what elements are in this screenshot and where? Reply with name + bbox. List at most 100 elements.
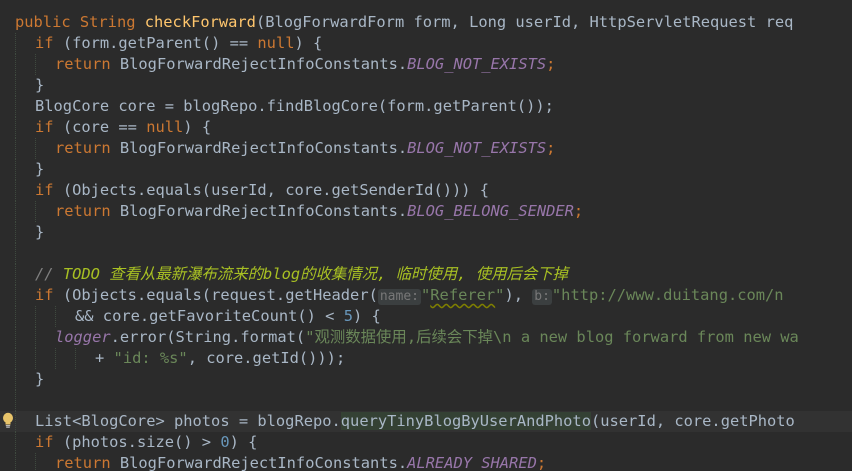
- code-line-1[interactable]: public String checkForward(BlogForwardFo…: [0, 12, 852, 33]
- code-line-21[interactable]: if (photos.size() > 0) {: [0, 432, 852, 453]
- indent-guide: [15, 327, 16, 348]
- brace: }: [35, 160, 45, 178]
- logger-field: logger: [55, 328, 111, 346]
- indent-guide: [15, 369, 16, 390]
- code-line-2[interactable]: if (form.getParent() == null) {: [0, 33, 852, 54]
- comment-marker: //: [35, 265, 63, 283]
- code-line-13[interactable]: // TODO 查看从最新瀑布流来的blog的收集情况, 临时使用, 使用后会下…: [0, 264, 852, 285]
- condition: (core ==: [62, 118, 147, 136]
- keyword-public: public: [15, 13, 80, 31]
- brace: ) {: [229, 433, 258, 451]
- indent-guide: [35, 54, 36, 75]
- string-url: "http://www.duitang.com/n: [551, 286, 784, 304]
- code-editor[interactable]: public String checkForward(BlogForwardFo…: [0, 0, 852, 471]
- code-line-7[interactable]: return BlogForwardRejectInfoConstants.BL…: [0, 138, 852, 159]
- brace: ) {: [294, 34, 323, 52]
- indent-guide: [35, 327, 36, 348]
- code-line-18[interactable]: }: [0, 369, 852, 390]
- code-line-17[interactable]: + "id: %s", core.getId()));: [0, 348, 852, 369]
- line-17-code: + "id: %s", core.getId()));: [95, 348, 345, 369]
- line-16-code: logger.error(String.format("观测数据使用,后续会下掉…: [55, 327, 799, 348]
- indent-guide: [15, 222, 16, 243]
- constant: ALREADY_SHARED: [407, 454, 537, 471]
- keyword-if: if: [35, 118, 63, 136]
- string-quote: ": [421, 286, 431, 304]
- semicolon: ;: [536, 454, 547, 471]
- method-usage-highlight[interactable]: queryTinyBlogByUserAndPhoto: [340, 412, 591, 430]
- operator: +: [95, 349, 114, 367]
- code-line-16[interactable]: logger.error(String.format("观测数据使用,后续会下掉…: [0, 327, 852, 348]
- param-hint-name: name:: [377, 289, 421, 305]
- code-line-4[interactable]: }: [0, 75, 852, 96]
- class-ref: BlogForwardRejectInfoConstants.: [119, 55, 408, 73]
- line-3-code: return BlogForwardRejectInfoConstants.BL…: [55, 54, 555, 75]
- code-line-3[interactable]: return BlogForwardRejectInfoConstants.BL…: [0, 54, 852, 75]
- indent-guide: [15, 138, 16, 159]
- code-line-6[interactable]: if (core == null) {: [0, 117, 852, 138]
- indent-guide: [15, 96, 16, 117]
- line-6-code: if (core == null) {: [35, 117, 211, 138]
- line-10-code: return BlogForwardRejectInfoConstants.BL…: [55, 201, 583, 222]
- string-referer: Referer: [430, 286, 496, 304]
- indent-guide: [15, 75, 16, 96]
- indent-guide: [15, 285, 16, 306]
- line-4-code: }: [35, 75, 44, 96]
- line-7-code: return BlogForwardRejectInfoConstants.BL…: [55, 138, 555, 159]
- separator: ),: [504, 286, 533, 304]
- string-literal: "观测数据使用,后续会下掉\n a new blog forward from …: [305, 328, 799, 346]
- code-line-9[interactable]: if (Objects.equals(userId, core.getSende…: [0, 180, 852, 201]
- indent-guide: [35, 453, 36, 471]
- statement: List<BlogCore> photos = blogRepo.: [35, 412, 341, 430]
- code-line-22[interactable]: return BlogForwardRejectInfoConstants.AL…: [0, 453, 852, 471]
- code-line-20[interactable]: List<BlogCore> photos = blogRepo.queryTi…: [0, 411, 852, 432]
- line-15-code: && core.getFavoriteCount() < 5) {: [75, 306, 381, 327]
- condition: (Objects.equals(userId, core.getSenderId…: [62, 181, 490, 199]
- class-ref: BlogForwardRejectInfoConstants.: [119, 202, 408, 220]
- todo-comment: TODO 查看从最新瀑布流来的blog的收集情况, 临时使用, 使用后会下掉: [62, 265, 569, 283]
- semicolon: ;: [546, 139, 556, 157]
- args: , core.getId()));: [187, 349, 346, 367]
- code-line-19[interactable]: [0, 390, 852, 411]
- line-8-code: }: [35, 159, 44, 180]
- indent-guide: [15, 411, 16, 432]
- brace: }: [35, 76, 45, 94]
- constant: BLOG_NOT_EXISTS: [407, 55, 547, 73]
- line-11-code: }: [35, 222, 44, 243]
- indent-guide: [15, 243, 16, 264]
- keyword-if: if: [35, 181, 63, 199]
- indent-guide: [15, 201, 16, 222]
- indent-guide: [35, 201, 36, 222]
- class-ref: BlogForwardRejectInfoConstants.: [119, 139, 408, 157]
- keyword-if: if: [35, 433, 63, 451]
- semicolon: ;: [573, 202, 584, 220]
- brace: }: [35, 370, 45, 388]
- code-line-8[interactable]: }: [0, 159, 852, 180]
- code-line-12[interactable]: [0, 243, 852, 264]
- line-22-code: return BlogForwardRejectInfoConstants.AL…: [55, 453, 546, 471]
- indent-guide: [15, 264, 16, 285]
- keyword-if: if: [35, 286, 63, 304]
- intention-bulb-icon[interactable]: [2, 412, 14, 428]
- code-line-11[interactable]: }: [0, 222, 852, 243]
- keyword-if: if: [35, 34, 63, 52]
- code-line-14[interactable]: if (Objects.equals(request.getHeader(nam…: [0, 285, 852, 306]
- brace: }: [35, 223, 45, 241]
- code-line-10[interactable]: return BlogForwardRejectInfoConstants.BL…: [0, 201, 852, 222]
- condition: (Objects.equals(request.getHeader(: [62, 286, 378, 304]
- string-literal: "id: %s": [113, 349, 188, 367]
- condition: (form.getParent() ==: [62, 34, 258, 52]
- constant: BLOG_NOT_EXISTS: [407, 139, 547, 157]
- class-ref: BlogForwardRejectInfoConstants.: [119, 454, 408, 471]
- line-18-code: }: [35, 369, 44, 390]
- code-line-5[interactable]: BlogCore core = blogRepo.findBlogCore(fo…: [0, 96, 852, 117]
- indent-guide: [15, 453, 16, 471]
- args: (userId, core.getPhoto: [590, 412, 795, 430]
- indent-guide: [75, 348, 76, 369]
- keyword-return: return: [55, 202, 120, 220]
- constant: BLOG_BELONG_SENDER: [407, 202, 574, 220]
- statement: BlogCore core = blogRepo.findBlogCore(fo…: [35, 97, 554, 115]
- indent-guide: [55, 306, 56, 327]
- code-line-15[interactable]: && core.getFavoriteCount() < 5) {: [0, 306, 852, 327]
- method-call: .error(String.format(: [110, 328, 306, 346]
- condition: && core.getFavoriteCount() <: [75, 307, 344, 325]
